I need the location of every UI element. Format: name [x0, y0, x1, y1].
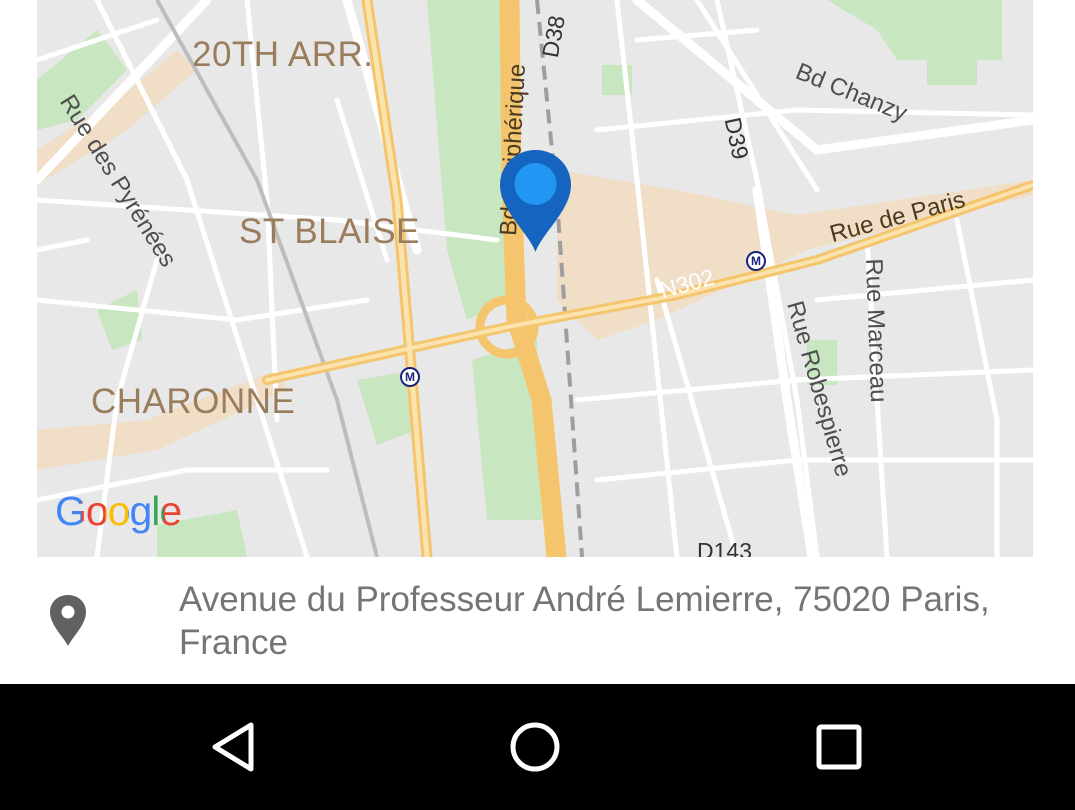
metro-icon: M: [746, 251, 766, 271]
map-view[interactable]: 20TH ARR. ST BLAISE CHARONNE Rue des Pyr…: [37, 0, 1033, 557]
location-pin-icon: [50, 595, 86, 646]
park-area: [927, 40, 977, 85]
recents-icon: [816, 724, 862, 770]
park-area: [427, 0, 507, 320]
street-label: Rue Marceau: [860, 258, 893, 403]
map-marker-icon[interactable]: [498, 148, 573, 254]
district-label: ST BLAISE: [239, 212, 420, 251]
route-label: D143: [697, 538, 752, 557]
address-text: Avenue du Professeur André Lemierre, 750…: [179, 580, 990, 662]
navigation-bar: [0, 684, 1075, 810]
recents-button[interactable]: [779, 684, 899, 810]
back-icon: [212, 722, 254, 772]
google-logo: Google: [55, 488, 182, 534]
back-button[interactable]: [173, 684, 293, 810]
district-label: 20TH ARR.: [192, 35, 374, 74]
district-label: CHARONNE: [91, 382, 296, 421]
home-button[interactable]: [475, 684, 595, 810]
home-icon: [510, 722, 560, 772]
metro-icon: M: [400, 367, 420, 387]
railway: [155, 0, 379, 557]
